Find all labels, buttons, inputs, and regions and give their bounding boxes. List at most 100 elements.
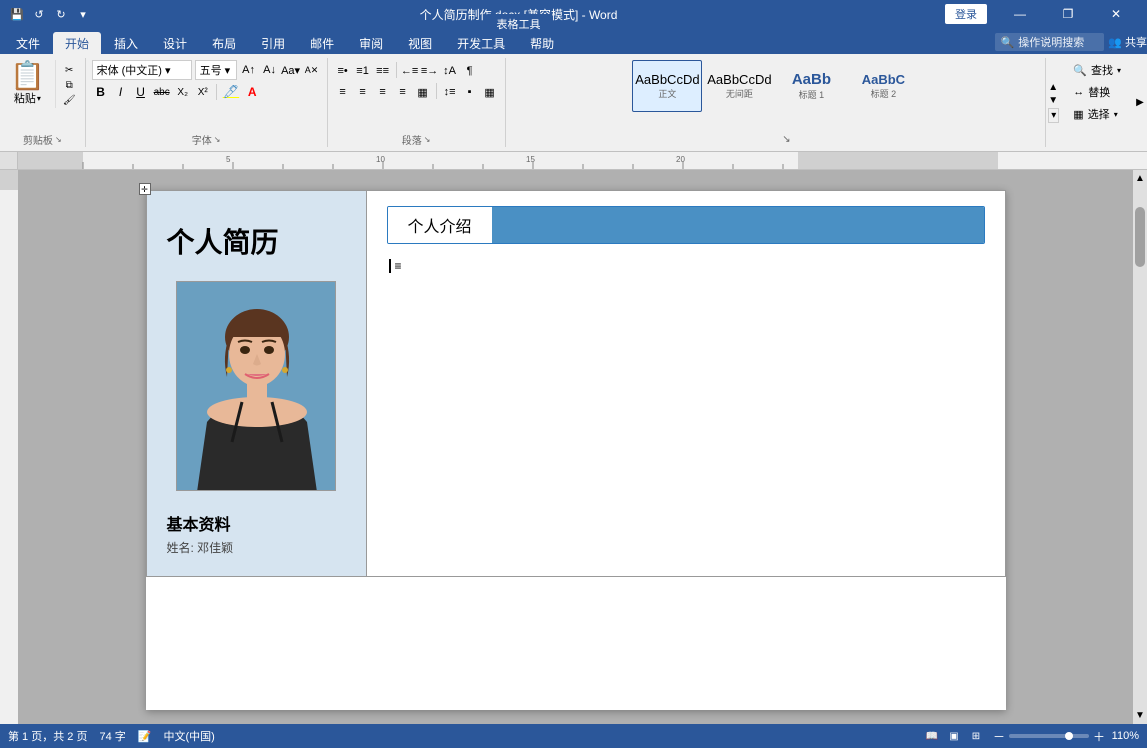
style-normal[interactable]: AaBbCcDd 正文 — [632, 60, 702, 112]
paragraph-content: ≡• ≡1 ≡≡ ←≡ ≡→ ↕A ¶ ≡ ≡ ≡ ≡ ▦ ↕≡ — [334, 58, 499, 130]
vertical-scrollbar[interactable]: ▲ ▼ — [1133, 170, 1147, 724]
qat-customize-icon[interactable]: ▾ — [74, 5, 92, 23]
tab-insert[interactable]: 插入 — [102, 32, 150, 54]
justify-button[interactable]: ≡ — [394, 83, 412, 101]
numbering-button[interactable]: ≡1 — [354, 62, 372, 80]
font-case-button[interactable]: Aa▾ — [282, 61, 300, 79]
view-read-button[interactable]: 📖 — [923, 728, 941, 744]
paragraph-expand-icon[interactable]: ↘ — [424, 135, 431, 144]
tab-help[interactable]: 帮助 — [518, 32, 566, 54]
close-button[interactable]: ✕ — [1093, 0, 1139, 28]
undo-icon[interactable]: ↺ — [30, 5, 48, 23]
save-icon[interactable]: 💾 — [8, 5, 26, 23]
subscript-button[interactable]: X₂ — [174, 82, 192, 102]
share-button[interactable]: 👥 共享 — [1108, 34, 1147, 50]
line-spacing-button[interactable]: ↕≡ — [441, 83, 459, 101]
style-no-spacing[interactable]: AaBbCcDd 无间距 — [704, 60, 774, 112]
italic-button[interactable]: I — [112, 82, 130, 102]
select-button[interactable]: ▦ 选择 ▾ — [1067, 104, 1127, 124]
tab-file[interactable]: 文件 — [4, 32, 52, 54]
clear-formatting-button[interactable]: A✕ — [303, 61, 321, 79]
zoom-in-button[interactable]: ＋ — [1093, 728, 1105, 745]
view-web-button[interactable]: ⊞ — [967, 728, 985, 744]
tab-home[interactable]: 开始 — [53, 32, 101, 54]
align-center-button[interactable]: ≡ — [354, 83, 372, 101]
restore-button[interactable]: ❐ — [1045, 0, 1091, 28]
right-cell[interactable]: 个人介绍 ≡ — [366, 191, 1005, 577]
search-box[interactable]: 操作说明搜索 — [1018, 34, 1098, 50]
intro-header: 个人介绍 — [387, 206, 985, 244]
font-shrink-button[interactable]: A↓ — [261, 61, 279, 79]
format-painter-button[interactable]: 🖌 — [60, 94, 79, 107]
tab-layout[interactable]: 布局 — [200, 32, 248, 54]
multilevel-button[interactable]: ≡≡ — [374, 62, 392, 80]
divider — [396, 62, 397, 78]
font-grow-button[interactable]: A↑ — [240, 61, 258, 79]
borders-button[interactable]: ▦ — [481, 83, 499, 101]
styles-scroll-up[interactable]: ▲ — [1048, 82, 1059, 93]
spell-check-icon[interactable]: 📝 — [138, 730, 152, 743]
col-layout-button[interactable]: ▦ — [414, 83, 432, 101]
ribbon-scroll-right[interactable]: ▶ — [1133, 58, 1147, 147]
strikethrough-button[interactable]: abc — [152, 82, 172, 102]
find-button[interactable]: 🔍 查找 ▾ — [1067, 60, 1127, 80]
copy-button[interactable]: ⧉ — [60, 79, 79, 92]
font-size-selector[interactable]: 五号 ▾ — [195, 60, 237, 80]
align-left-button[interactable]: ≡ — [334, 83, 352, 101]
tab-developer[interactable]: 开发工具 — [445, 32, 517, 54]
tab-references[interactable]: 引用 — [249, 32, 297, 54]
font-color-button[interactable]: A — [243, 82, 261, 102]
shading-button[interactable]: ▪ — [461, 83, 479, 101]
superscript-button[interactable]: X² — [194, 82, 212, 102]
zoom-bar: － ＋ 110% — [993, 728, 1139, 745]
decrease-indent-button[interactable]: ←≡ — [401, 62, 419, 80]
styles-group: AaBbCcDd 正文 AaBbCcDd 无间距 AaBb 标题 1 AaBbC… — [506, 58, 1047, 147]
redo-icon[interactable]: ↻ — [52, 5, 70, 23]
tab-mailings[interactable]: 邮件 — [298, 32, 346, 54]
bold-button[interactable]: B — [92, 82, 110, 102]
zoom-out-button[interactable]: － — [993, 728, 1005, 745]
paste-label: 粘贴 — [14, 90, 36, 106]
replace-icon: ↔ — [1073, 86, 1084, 98]
paragraph-bottom-row: ≡ ≡ ≡ ≡ ▦ ↕≡ ▪ ▦ — [334, 83, 499, 101]
document-scroll[interactable]: ✛ 个人简历 — [18, 170, 1133, 724]
text-highlight-button[interactable]: 🖊 — [221, 82, 242, 102]
underline-button[interactable]: U — [132, 82, 150, 102]
style-heading1[interactable]: AaBb 标题 1 — [776, 60, 846, 112]
styles-scroll-down[interactable]: ▼ — [1048, 95, 1059, 106]
paragraph-label: 段落 ↘ — [402, 132, 431, 147]
zoom-slider[interactable] — [1009, 734, 1089, 738]
font-name-selector[interactable]: 宋体 (中文正) ▾ — [92, 60, 192, 80]
font-expand-icon[interactable]: ↘ — [214, 135, 221, 144]
tab-design[interactable]: 设计 — [151, 32, 199, 54]
minimize-button[interactable]: — — [997, 0, 1043, 28]
paste-button[interactable]: 📋 粘贴 ▾ — [6, 60, 49, 108]
ruler-corner[interactable] — [0, 152, 18, 170]
font-top-row: 宋体 (中文正) ▾ 五号 ▾ A↑ A↓ Aa▾ A✕ — [92, 60, 321, 80]
login-button[interactable]: 登录 — [945, 4, 987, 24]
tab-view[interactable]: 视图 — [396, 32, 444, 54]
page: ✛ 个人简历 — [146, 190, 1006, 710]
bullets-button[interactable]: ≡• — [334, 62, 352, 80]
zoom-level: 110% — [1109, 730, 1139, 742]
cursor-area[interactable]: ≡ — [387, 259, 985, 273]
styles-expand-icon[interactable]: ↘ — [782, 134, 790, 145]
sort-button[interactable]: ↕A — [441, 62, 459, 80]
show-marks-button[interactable]: ¶ — [461, 62, 479, 80]
font-content: 宋体 (中文正) ▾ 五号 ▾ A↑ A↓ Aa▾ A✕ B I U abc X… — [92, 58, 321, 130]
align-right-button[interactable]: ≡ — [374, 83, 392, 101]
replace-button[interactable]: ↔ 替换 — [1067, 82, 1127, 102]
style-heading2[interactable]: AaBbC 标题 2 — [848, 60, 918, 112]
scroll-up-button[interactable]: ▲ — [1135, 170, 1145, 187]
cut-button[interactable]: ✂ — [60, 64, 79, 77]
svg-text:20: 20 — [676, 155, 685, 164]
scroll-down-button[interactable]: ▼ — [1135, 707, 1145, 724]
clipboard-expand-icon[interactable]: ↘ — [55, 135, 62, 144]
table-handle[interactable]: ✛ — [139, 183, 151, 195]
scrollbar-thumb[interactable] — [1135, 207, 1145, 267]
styles-scroll-expand[interactable]: ▾ — [1048, 108, 1059, 123]
increase-indent-button[interactable]: ≡→ — [421, 62, 439, 80]
view-normal-button[interactable]: ▣ — [945, 728, 963, 744]
style-no-spacing-label: 无间距 — [726, 87, 753, 100]
tab-review[interactable]: 审阅 — [347, 32, 395, 54]
